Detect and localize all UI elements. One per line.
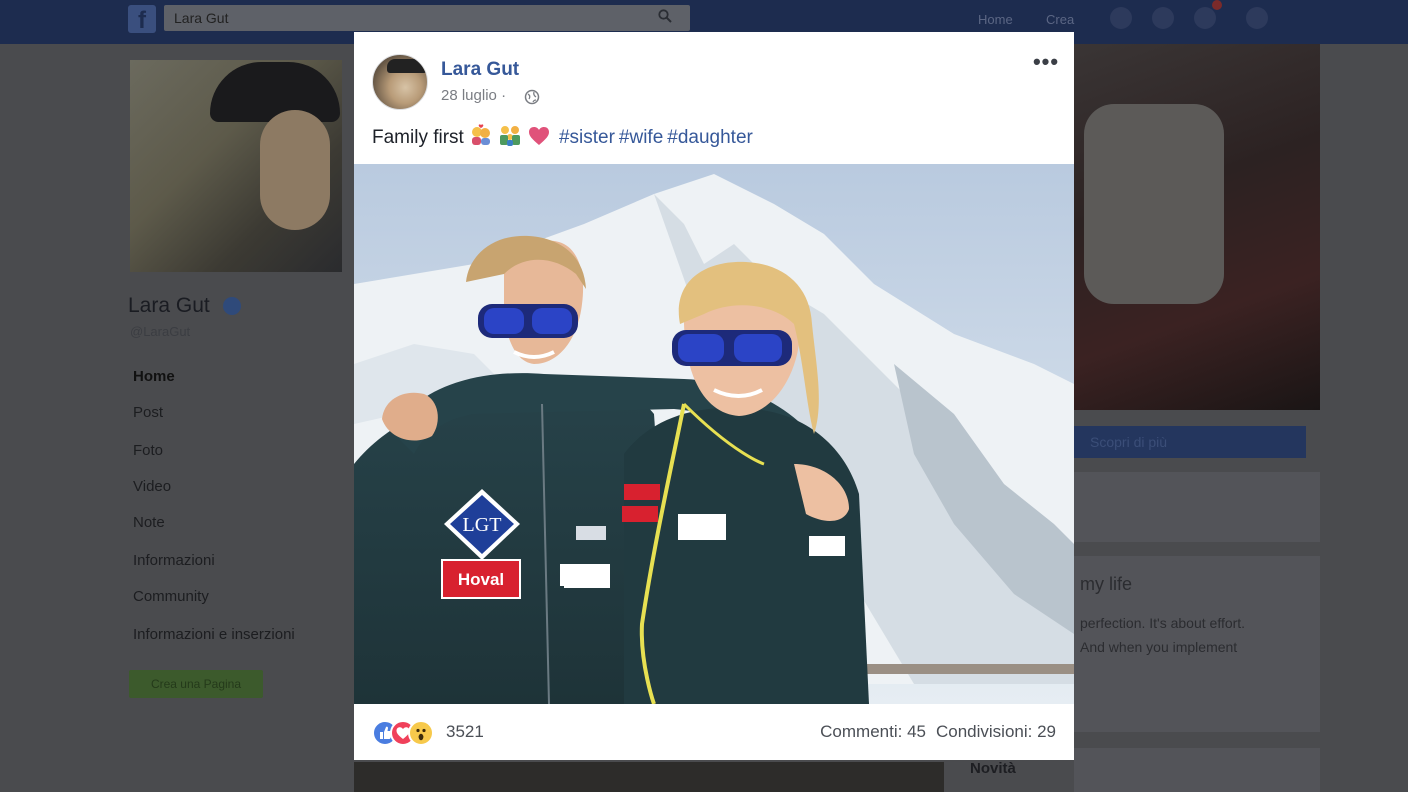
face-shape (260, 110, 330, 230)
family-emoji-icon (500, 126, 521, 146)
news-label: Novità (970, 760, 1016, 777)
author-name-link[interactable]: Lara Gut (441, 59, 519, 81)
post-modal: Lara Gut 28 luglio · ••• Family first #s… (354, 32, 1074, 760)
profile-picture[interactable] (130, 60, 342, 272)
hashtag-sister[interactable]: #sister (559, 127, 615, 148)
background-post-strip (354, 762, 944, 792)
search-input[interactable] (172, 9, 646, 27)
top-link-home[interactable]: Home (978, 12, 1013, 27)
post-text-plain: Family first (372, 127, 464, 148)
avatar-cap-shape (387, 59, 427, 73)
shirt-shape (1084, 104, 1224, 304)
side-card-3 (1074, 748, 1320, 792)
friend-requests-icon[interactable] (1110, 7, 1132, 29)
nav-notes[interactable]: Note (133, 514, 165, 531)
cap-shape (210, 62, 340, 122)
notifications-icon[interactable] (1194, 7, 1216, 29)
post-timestamp[interactable]: 28 luglio · (441, 87, 506, 104)
search-box[interactable] (164, 5, 690, 31)
post-date-text: 28 luglio (441, 87, 497, 104)
hashtag-daughter[interactable]: #daughter (667, 127, 753, 148)
more-options-button[interactable]: ••• (1032, 51, 1060, 76)
nav-photos[interactable]: Foto (133, 442, 163, 459)
hoval-logo: Hoval (441, 559, 521, 599)
side-card-line-2: And when you implement (1080, 639, 1238, 655)
wow-reaction-icon (408, 720, 434, 746)
page-name: Lara Gut (128, 294, 210, 317)
shares-count-link[interactable]: Condivisioni: 29 (936, 722, 1056, 741)
photo-illustration: LGT Hoval (354, 164, 1074, 704)
messages-icon[interactable] (1152, 7, 1174, 29)
nav-community[interactable]: Community (133, 588, 209, 605)
post-photo[interactable]: LGT Hoval (354, 164, 1074, 704)
facebook-logo-icon[interactable]: f (128, 5, 156, 34)
discover-more-button[interactable]: Scopri di più (1074, 426, 1306, 458)
nav-home[interactable]: Home (133, 368, 175, 385)
chevron-down-icon[interactable] (1290, 7, 1302, 29)
nav-info-ads[interactable]: Informazioni e inserzioni (133, 626, 295, 643)
side-card-title: my life (1080, 574, 1133, 594)
date-separator: · (501, 87, 507, 104)
search-icon[interactable] (658, 9, 672, 23)
create-page-button[interactable]: Crea una Pagina (129, 670, 263, 698)
side-card-1 (1074, 472, 1320, 542)
nav-video[interactable]: Video (133, 478, 171, 495)
page-handle: @LaraGut (130, 324, 191, 339)
author-avatar[interactable] (372, 54, 428, 110)
globe-icon (524, 89, 540, 105)
lgt-logo-text: LGT (463, 514, 502, 536)
heart-emoji-icon (528, 127, 549, 145)
reaction-count: 3521 (446, 722, 484, 741)
help-icon[interactable] (1246, 7, 1268, 29)
couple-kiss-emoji-icon (472, 124, 491, 145)
top-link-create[interactable]: Crea (1046, 12, 1074, 27)
side-card-line-1: perfection. It's about effort. (1080, 615, 1246, 631)
nav-info[interactable]: Informazioni (133, 552, 215, 569)
hashtag-wife[interactable]: #wife (619, 127, 663, 148)
post-stats: Commenti: 45 Condivisioni: 29 (820, 722, 1056, 742)
verified-badge-icon (223, 297, 241, 315)
notification-badge (1212, 0, 1222, 10)
post-message: Family first #sister #wife #daughter (372, 124, 753, 149)
comments-count-link[interactable]: Commenti: 45 (820, 722, 926, 741)
cover-photo[interactable] (1074, 44, 1320, 410)
hoval-logo-text: Hoval (458, 570, 504, 589)
nav-post[interactable]: Post (133, 404, 163, 421)
